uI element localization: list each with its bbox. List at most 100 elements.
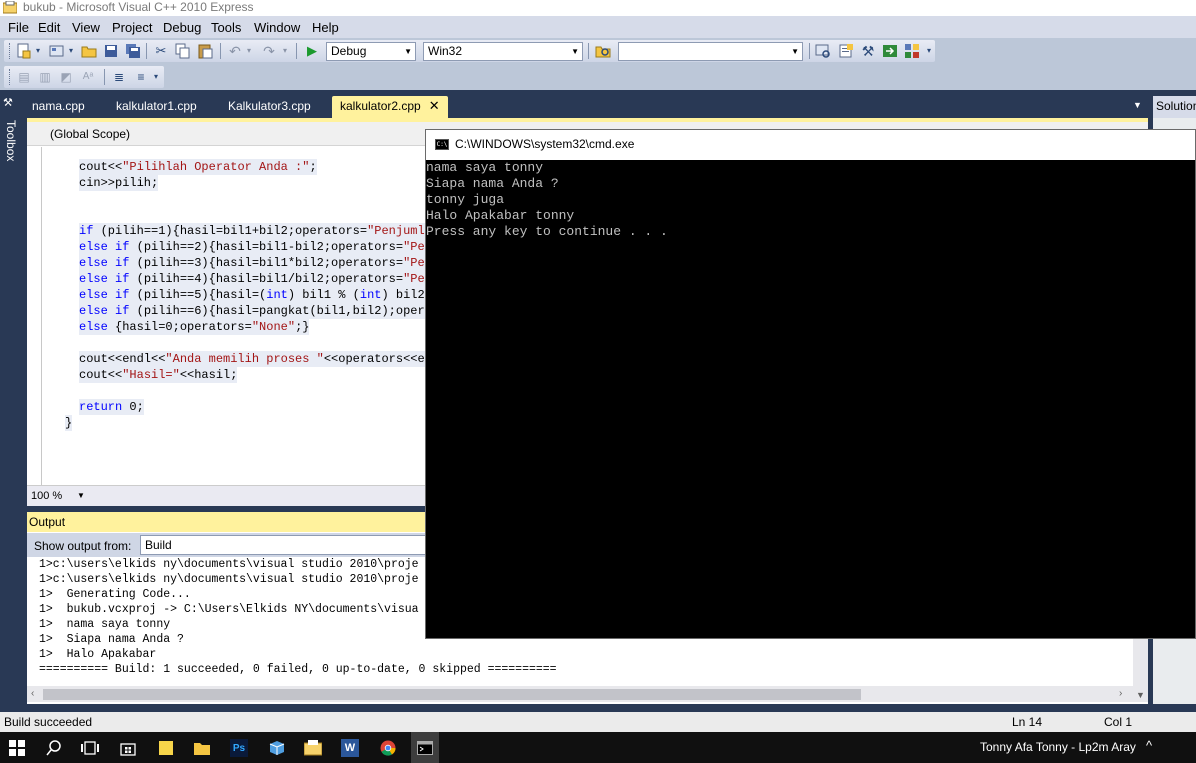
new-project-icon[interactable] bbox=[16, 43, 32, 59]
status-bar: Build succeeded Ln 14 Col 1 bbox=[0, 712, 1196, 732]
code-token: "Pilihlah Operator Anda :" bbox=[122, 160, 310, 174]
status-message: Build succeeded bbox=[4, 715, 93, 729]
word-icon[interactable]: W bbox=[341, 739, 359, 757]
tab-nama-cpp[interactable]: nama.cpp bbox=[24, 96, 93, 118]
start-debugging-icon[interactable]: ▶ bbox=[304, 43, 320, 59]
parameter-info-icon[interactable]: ▥ bbox=[37, 69, 53, 85]
chevron-down-icon: ▼ bbox=[791, 47, 799, 56]
code-token: cout<< bbox=[79, 160, 123, 174]
redo-icon[interactable]: ↷ bbox=[261, 43, 277, 59]
cmd-taskbar-icon[interactable] bbox=[411, 732, 439, 763]
toolbar-grip[interactable] bbox=[9, 43, 12, 59]
code-line: else if (pilih==4){hasil=bil1/bil2;opera… bbox=[79, 271, 440, 287]
undo-icon[interactable]: ↶ bbox=[227, 43, 243, 59]
open-folder-icon[interactable] bbox=[81, 43, 97, 59]
quick-info-icon[interactable]: ◩ bbox=[58, 69, 74, 85]
store-icon[interactable] bbox=[119, 739, 137, 757]
scroll-thumb[interactable] bbox=[43, 689, 861, 700]
code-line: return 0; bbox=[79, 399, 144, 415]
menu-window[interactable]: Window bbox=[254, 20, 300, 35]
menu-file[interactable]: File bbox=[8, 20, 29, 35]
search-icon[interactable] bbox=[45, 739, 63, 757]
taskbar: Ps W Tonny Afa Tonny - Lp2m Aray ^ bbox=[0, 732, 1196, 763]
task-view-icon[interactable] bbox=[81, 739, 99, 757]
toolbar-grip[interactable] bbox=[9, 69, 12, 85]
code-token: ) bil1 % ( bbox=[287, 288, 360, 302]
code-line: else if (pilih==3){hasil=bil1*bil2;opera… bbox=[79, 255, 440, 271]
scroll-down-icon[interactable]: ▼ bbox=[1136, 690, 1145, 700]
find-combo[interactable]: ▼ bbox=[618, 42, 803, 61]
solution-platform-select[interactable]: Win32 ▼ bbox=[423, 42, 583, 61]
menu-debug[interactable]: Debug bbox=[163, 20, 201, 35]
console-line: Press any key to continue . . . bbox=[426, 224, 668, 239]
output-window-icon[interactable] bbox=[882, 43, 898, 59]
properties-icon[interactable] bbox=[838, 43, 854, 59]
code-token: "Penjumla bbox=[367, 224, 432, 238]
sticky-notes-icon[interactable] bbox=[157, 739, 175, 757]
output-horizontal-scrollbar[interactable]: ‹ › bbox=[27, 686, 1133, 702]
uncomment-lines-icon[interactable]: ≡ bbox=[133, 69, 149, 85]
output-source-select[interactable]: Build bbox=[140, 535, 430, 555]
code-token: else if bbox=[79, 304, 130, 318]
paste-icon[interactable] bbox=[197, 43, 213, 59]
3d-box-icon[interactable] bbox=[268, 739, 286, 757]
solution-explorer-icon[interactable] bbox=[815, 43, 831, 59]
dropdown-arrow-icon[interactable]: ▾ bbox=[34, 43, 42, 59]
close-icon[interactable]: ✕ bbox=[429, 98, 440, 113]
toolbar-options-icon[interactable]: ▾ bbox=[925, 43, 933, 59]
toolbox-icon[interactable]: ⚒ bbox=[3, 96, 17, 110]
chrome-icon[interactable] bbox=[379, 739, 397, 757]
console-title-bar[interactable]: C:\ C:\WINDOWS\system32\cmd.exe bbox=[426, 130, 1195, 160]
console-line: nama saya tonny bbox=[426, 160, 544, 175]
tab-kalkulator3-cpp[interactable]: Kalkulator3.cpp bbox=[220, 96, 319, 118]
status-line: Ln 14 bbox=[1012, 715, 1043, 729]
find-in-files-icon[interactable] bbox=[595, 43, 611, 59]
start-icon[interactable] bbox=[8, 739, 26, 757]
tab-kalkulator2-cpp[interactable]: kalkulator2.cpp ✕ bbox=[332, 96, 448, 118]
dropdown-arrow-icon[interactable]: ▾ bbox=[245, 43, 253, 59]
toolbox-tab[interactable]: Toolbox bbox=[4, 120, 18, 161]
chevron-up-icon[interactable]: ^ bbox=[1146, 738, 1152, 753]
extension-manager-icon[interactable] bbox=[904, 43, 920, 59]
menu-view[interactable]: View bbox=[72, 20, 100, 35]
visual-studio-taskbar-icon[interactable] bbox=[304, 739, 322, 757]
user-name[interactable]: Tonny Afa Tonny - Lp2m Aray bbox=[980, 740, 1136, 755]
save-all-icon[interactable] bbox=[125, 43, 141, 59]
tab-list-dropdown-icon[interactable]: ▼ bbox=[1133, 100, 1142, 110]
menu-edit[interactable]: Edit bbox=[38, 20, 60, 35]
chevron-down-icon[interactable]: ▼ bbox=[77, 488, 85, 504]
tab-kalkulator1-cpp[interactable]: kalkulator1.cpp bbox=[108, 96, 205, 118]
code-token: else if bbox=[79, 272, 130, 286]
add-item-icon[interactable] bbox=[49, 43, 65, 59]
comment-lines-icon[interactable]: ≣ bbox=[111, 69, 127, 85]
console-output[interactable]: nama saya tonny Siapa nama Anda ? tonny ju… bbox=[426, 160, 1195, 638]
menu-bar: File Edit View Project Debug Tools Windo… bbox=[0, 16, 1196, 38]
code-token: <<hasil; bbox=[179, 368, 238, 382]
console-window[interactable]: C:\ C:\WINDOWS\system32\cmd.exe nama say… bbox=[425, 129, 1196, 639]
dropdown-arrow-icon[interactable]: ▾ bbox=[281, 43, 289, 59]
scope-dropdown[interactable]: (Global Scope) bbox=[50, 126, 130, 142]
console-line: tonny juga bbox=[426, 192, 505, 207]
cut-icon[interactable]: ✂ bbox=[153, 43, 169, 59]
code-token: else bbox=[79, 320, 108, 334]
copy-icon[interactable] bbox=[175, 43, 191, 59]
scroll-left-icon[interactable]: ‹ bbox=[31, 687, 34, 701]
code-line: else if (pilih==6){hasil=pangkat(bil1,bi… bbox=[79, 303, 440, 319]
tools-icon[interactable]: ⚒ bbox=[860, 43, 876, 59]
photoshop-icon[interactable]: Ps bbox=[230, 739, 248, 757]
complete-word-icon[interactable]: Aᵃ bbox=[80, 69, 96, 85]
menu-project[interactable]: Project bbox=[112, 20, 152, 35]
menu-help[interactable]: Help bbox=[312, 20, 339, 35]
object-members-icon[interactable]: ▤ bbox=[16, 69, 32, 85]
save-icon[interactable] bbox=[103, 43, 119, 59]
code-token: "Hasil=" bbox=[122, 368, 180, 382]
file-explorer-icon[interactable] bbox=[193, 739, 211, 757]
tab-label: nama.cpp bbox=[32, 99, 85, 113]
solution-explorer-tab[interactable]: Solution bbox=[1153, 96, 1196, 118]
scroll-right-icon[interactable]: › bbox=[1119, 687, 1122, 701]
toolbar-options-icon[interactable]: ▾ bbox=[152, 69, 160, 85]
code-token: } bbox=[65, 416, 73, 430]
menu-tools[interactable]: Tools bbox=[211, 20, 241, 35]
dropdown-arrow-icon[interactable]: ▾ bbox=[67, 43, 75, 59]
solution-configuration-select[interactable]: Debug ▼ bbox=[326, 42, 416, 61]
